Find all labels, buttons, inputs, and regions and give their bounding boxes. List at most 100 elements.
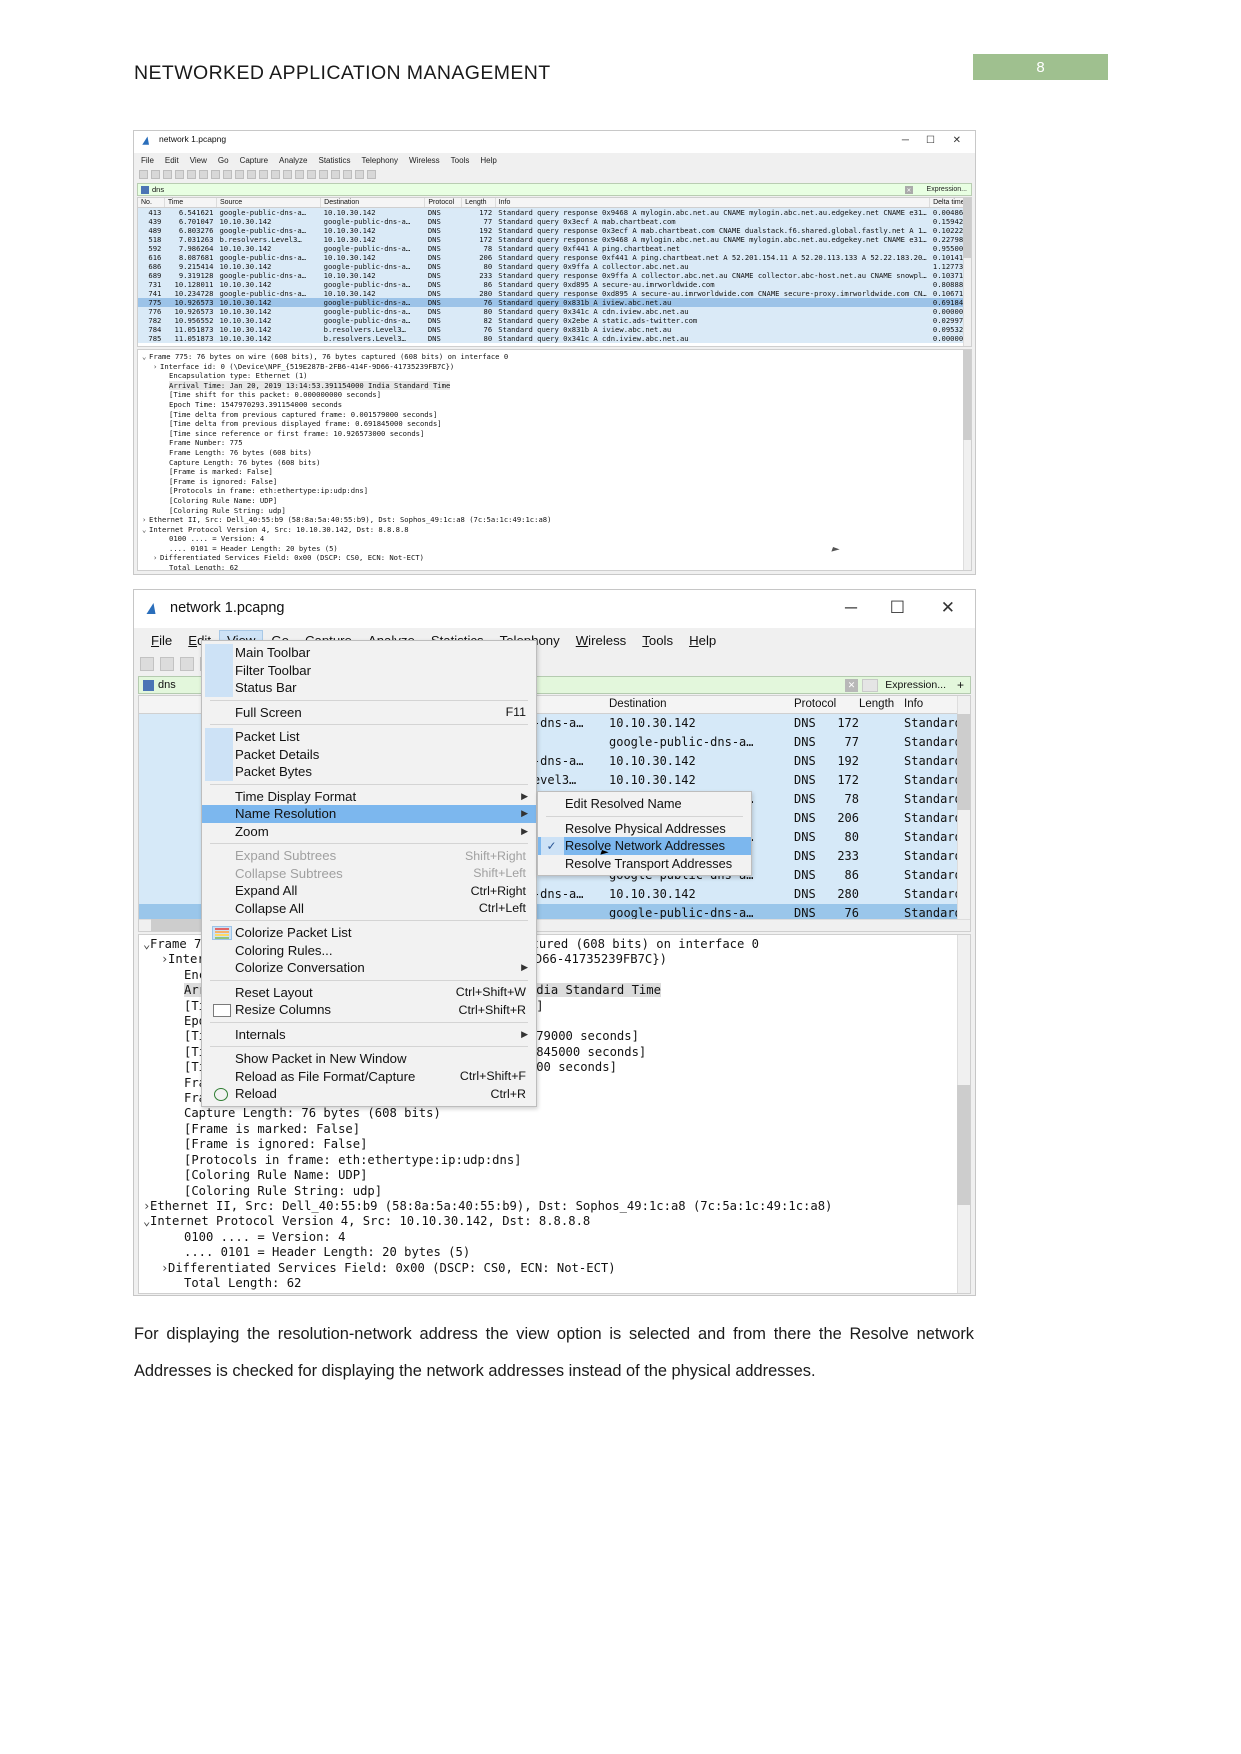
- reload-file-icon[interactable]: [223, 170, 232, 179]
- start-capture-icon[interactable]: [139, 170, 148, 179]
- filter-bookmark-icon[interactable]: [141, 185, 149, 194]
- menu-item-zoom[interactable]: Zoom ▶: [202, 823, 536, 841]
- table-row[interactable]: 689 9.319128 google-public-dns-a… 10.10.30.…: [138, 271, 971, 280]
- scrollbar-thumb[interactable]: [963, 198, 971, 258]
- detail-line[interactable]: Encapsulation type: Ethernet (1): [140, 371, 971, 381]
- filter-clear-icon-top[interactable]: ✕: [904, 185, 913, 194]
- menu-help[interactable]: Help: [480, 156, 496, 165]
- submenu-item-resolve-physical-addresses[interactable]: Resolve Physical Addresses: [538, 820, 751, 838]
- table-row[interactable]: 775 10.926573 10.10.30.142 google-public-dn…: [138, 298, 971, 307]
- tree-toggle-icon[interactable]: ⌄: [143, 1214, 150, 1229]
- detail-line[interactable]: [Frame is marked: False]: [139, 1122, 970, 1137]
- detail-line[interactable]: [Coloring Rule String: udp]: [139, 1184, 970, 1199]
- detail-line[interactable]: ⌄Internet Protocol Version 4, Src: 10.10…: [140, 525, 971, 535]
- table-row[interactable]: 489 6.803276 google-public-dns-a… 10.10.30.…: [138, 226, 971, 235]
- detail-line[interactable]: ›Ethernet II, Src: Dell_40:55:b9 (58:8a:…: [139, 1199, 970, 1214]
- detail-line[interactable]: [Protocols in frame: eth:ethertype:ip:ud…: [139, 1153, 970, 1168]
- detail-line[interactable]: [Frame is ignored: False]: [140, 477, 971, 487]
- table-row[interactable]: 413 6.541621 google-public-dns-a… 10.10.30.…: [138, 207, 971, 217]
- menu-file[interactable]: File: [143, 630, 180, 651]
- table-row[interactable]: 439 6.701047 10.10.30.142 google-public-dns…: [138, 217, 971, 226]
- display-filter-bar-top[interactable]: dns ✕ Expression...: [137, 183, 972, 196]
- table-row[interactable]: 776 10.926573 10.10.30.142 google-public-dn…: [138, 307, 971, 316]
- stop-capture-icon[interactable]: [151, 170, 160, 179]
- detail-line[interactable]: [Coloring Rule Name: UDP]: [140, 496, 971, 506]
- view-menu-dropdown[interactable]: ✓Main Toolbar✓Filter Toolbar✓Status BarF…: [201, 640, 537, 1107]
- detail-line[interactable]: .... 0101 = Header Length: 20 bytes (5): [140, 544, 971, 554]
- tree-toggle-icon[interactable]: ⌄: [143, 937, 150, 952]
- detail-line[interactable]: ⌄Frame 775: 76 bytes on wire (608 bits),…: [140, 352, 971, 362]
- menu-item-packet-bytes[interactable]: ✓Packet Bytes: [202, 763, 536, 781]
- menu-wireless[interactable]: Wireless: [409, 156, 440, 165]
- detail-line[interactable]: [Time since reference or first frame: 10…: [140, 429, 971, 439]
- menu-view[interactable]: View: [190, 156, 207, 165]
- detail-line[interactable]: Arrival Time: Jan 20, 2019 13:14:53.3911…: [140, 380, 971, 391]
- detail-line[interactable]: Total Length: 62: [140, 563, 971, 570]
- detail-line[interactable]: [Coloring Rule String: udp]: [140, 506, 971, 516]
- detail-line[interactable]: ›Differentiated Services Field: 0x00 (DS…: [139, 1261, 970, 1276]
- go-to-packet-icon[interactable]: [271, 170, 280, 179]
- maximize-button-bottom[interactable]: ☐: [890, 598, 905, 618]
- menu-capture[interactable]: Capture: [240, 156, 268, 165]
- go-back-icon[interactable]: [247, 170, 256, 179]
- tree-toggle-icon[interactable]: ⌄: [142, 352, 149, 362]
- column-header-info[interactable]: Info: [904, 698, 923, 710]
- column-header-length[interactable]: Length: [461, 198, 496, 208]
- tree-toggle-icon[interactable]: ›: [161, 952, 168, 967]
- tree-toggle-icon[interactable]: ⌄: [142, 525, 149, 535]
- menu-item-expand-subtrees[interactable]: Expand Subtrees Shift+Right: [202, 847, 536, 865]
- tree-toggle-icon[interactable]: ›: [161, 1261, 168, 1276]
- table-row[interactable]: 784 11.051873 10.10.30.142 b.resolvers.Leve…: [138, 325, 971, 334]
- menu-item-colorize-conversation[interactable]: Colorize Conversation ▶: [202, 959, 536, 977]
- menu-telephony[interactable]: Telephony: [362, 156, 398, 165]
- detail-line[interactable]: [Time shift for this packet: 0.000000000…: [140, 390, 971, 400]
- menu-help[interactable]: Help: [681, 630, 724, 651]
- open-file-icon[interactable]: [187, 170, 196, 179]
- table-row[interactable]: 741 10.234728 google-public-dns-a… 10.10.30…: [138, 289, 971, 298]
- minimize-button-top[interactable]: ─: [902, 135, 909, 146]
- detail-line[interactable]: Capture Length: 76 bytes (608 bits): [139, 1106, 970, 1121]
- tree-toggle-icon[interactable]: ›: [153, 553, 160, 563]
- table-row[interactable]: 686 9.215414 10.10.30.142 google-public-dns…: [138, 262, 971, 271]
- column-header-length[interactable]: Length: [859, 698, 894, 710]
- zoom-in-icon[interactable]: [331, 170, 340, 179]
- menu-item-coloring-rules[interactable]: Coloring Rules...: [202, 942, 536, 960]
- detail-line[interactable]: ⌄Internet Protocol Version 4, Src: 10.10…: [139, 1214, 970, 1229]
- menu-analyze[interactable]: Analyze: [279, 156, 307, 165]
- colorize-icon[interactable]: [319, 170, 328, 179]
- detail-line[interactable]: [Protocols in frame: eth:ethertype:ip:ud…: [140, 486, 971, 496]
- menu-tools[interactable]: Tools: [634, 630, 681, 651]
- column-header-no[interactable]: No.: [138, 198, 165, 208]
- detail-line[interactable]: Total Length: 62: [139, 1276, 970, 1291]
- menu-item-packet-details[interactable]: ✓Packet Details: [202, 745, 536, 763]
- menu-statistics[interactable]: Statistics: [319, 156, 351, 165]
- menu-item-name-resolution[interactable]: Name Resolution ▶: [202, 805, 536, 823]
- menu-item-reset-layout[interactable]: Reset Layout Ctrl+Shift+W: [202, 984, 536, 1002]
- packet-list-vscrollbar-bottom[interactable]: [957, 696, 970, 931]
- detail-line[interactable]: Frame Length: 76 bytes (608 bits): [140, 448, 971, 458]
- zoom-out-icon[interactable]: [343, 170, 352, 179]
- filter-clear-icon-bottom[interactable]: ✕: [845, 678, 858, 692]
- packet-list-scrollbar-top[interactable]: [963, 198, 971, 346]
- scrollbar-thumb[interactable]: [957, 714, 970, 810]
- table-row[interactable]: 785 11.051873 10.10.30.142 b.resolvers.Leve…: [138, 334, 971, 343]
- restart-capture-icon[interactable]: [163, 170, 172, 179]
- scrollbar-thumb[interactable]: [957, 1085, 970, 1205]
- filter-expression-button-top[interactable]: Expression...: [927, 186, 967, 193]
- menu-item-expand-all[interactable]: Expand All Ctrl+Right: [202, 882, 536, 900]
- detail-line[interactable]: ›Differentiated Services Field: 0x00 (DS…: [140, 553, 971, 563]
- column-header-protocol[interactable]: Protocol: [794, 698, 836, 710]
- menu-item-full-screen[interactable]: Full Screen F11: [202, 704, 536, 722]
- detail-line[interactable]: 0100 .... = Version: 4: [139, 1230, 970, 1245]
- resize-columns-icon[interactable]: [367, 170, 376, 179]
- maximize-button-top[interactable]: ☐: [926, 135, 935, 146]
- menu-item-internals[interactable]: Internals ▶: [202, 1026, 536, 1044]
- filter-bookmark-icon[interactable]: [143, 679, 154, 691]
- menu-wireless[interactable]: Wireless: [568, 630, 635, 651]
- packet-details-scrollbar-top[interactable]: [963, 350, 971, 570]
- column-header-protocol[interactable]: Protocol: [424, 198, 463, 208]
- menu-item-reload-as-file-format-capture[interactable]: Reload as File Format/Capture Ctrl+Shift+…: [202, 1068, 536, 1086]
- menu-item-main-toolbar[interactable]: ✓Main Toolbar: [202, 644, 536, 662]
- menu-item-filter-toolbar[interactable]: ✓Filter Toolbar: [202, 661, 536, 679]
- go-forward-icon[interactable]: [259, 170, 268, 179]
